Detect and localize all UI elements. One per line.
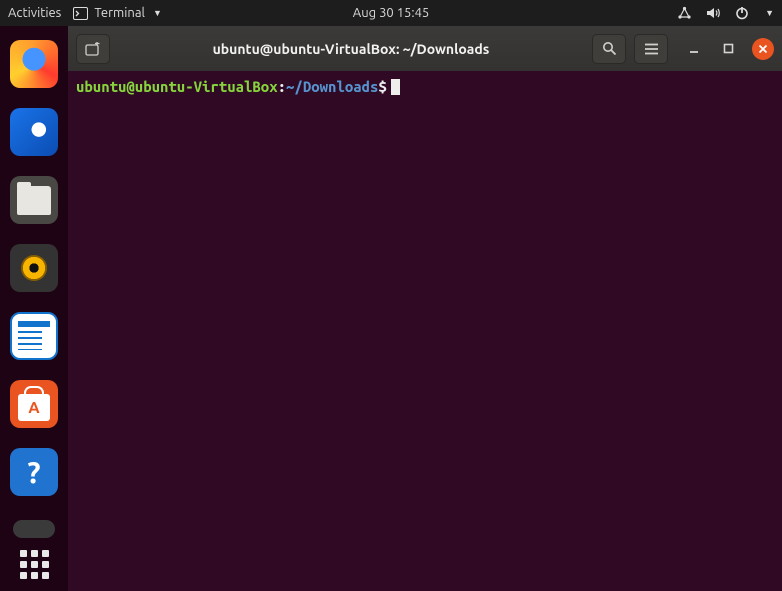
system-tray: ▼ [677, 6, 774, 20]
dock-item-ubuntu-software[interactable] [10, 380, 58, 428]
top-bar: Activities Terminal ▼ Aug 30 15:45 ▼ [0, 0, 782, 26]
active-app-menu[interactable]: Terminal ▼ [73, 6, 162, 20]
dock-item-firefox[interactable] [10, 40, 58, 88]
hamburger-icon [644, 43, 659, 55]
clock[interactable]: Aug 30 15:45 [353, 6, 430, 20]
chevron-down-icon: ▼ [153, 8, 162, 18]
power-icon[interactable] [735, 6, 749, 20]
prompt-path: ~/Downloads [286, 78, 378, 95]
minimize-button[interactable] [684, 39, 704, 59]
window-controls [684, 38, 774, 60]
activities-button[interactable]: Activities [8, 6, 61, 20]
terminal-output[interactable]: ubuntu@ubuntu-VirtualBox:~/Downloads$ [68, 71, 782, 591]
terminal-icon [73, 7, 88, 20]
minimize-icon [688, 43, 700, 55]
volume-icon[interactable] [706, 6, 721, 20]
terminal-window: ubuntu@ubuntu-VirtualBox: ~/Downloads ub… [68, 26, 782, 591]
launcher-dock: ? [0, 26, 68, 591]
topbar-left: Activities Terminal ▼ [8, 6, 162, 20]
dock-item-files[interactable] [10, 176, 58, 224]
dock-item-thunderbird[interactable] [10, 108, 58, 156]
search-button[interactable] [592, 34, 626, 64]
new-tab-icon [85, 42, 101, 56]
maximize-icon [723, 43, 734, 54]
prompt-user-host: ubuntu@ubuntu-VirtualBox [76, 78, 278, 95]
prompt-char: $ [378, 78, 386, 95]
terminal-cursor [391, 79, 400, 95]
chevron-down-icon[interactable]: ▼ [765, 8, 774, 18]
dock-item-minimized[interactable] [13, 520, 55, 538]
new-tab-button[interactable] [76, 34, 110, 64]
dock-item-help[interactable]: ? [10, 448, 58, 496]
dock-item-libreoffice-writer[interactable] [10, 312, 58, 360]
window-titlebar: ubuntu@ubuntu-VirtualBox: ~/Downloads [68, 26, 782, 71]
network-icon[interactable] [677, 6, 692, 20]
search-icon [602, 41, 617, 56]
dock-item-rhythmbox[interactable] [10, 244, 58, 292]
maximize-button[interactable] [718, 39, 738, 59]
hamburger-menu-button[interactable] [634, 34, 668, 64]
show-applications-button[interactable] [0, 550, 68, 579]
apps-grid-icon [20, 550, 49, 579]
prompt-separator: : [278, 78, 286, 95]
close-button[interactable] [752, 38, 774, 60]
close-icon [758, 44, 768, 54]
window-title: ubuntu@ubuntu-VirtualBox: ~/Downloads [118, 41, 584, 57]
active-app-label: Terminal [94, 6, 145, 20]
